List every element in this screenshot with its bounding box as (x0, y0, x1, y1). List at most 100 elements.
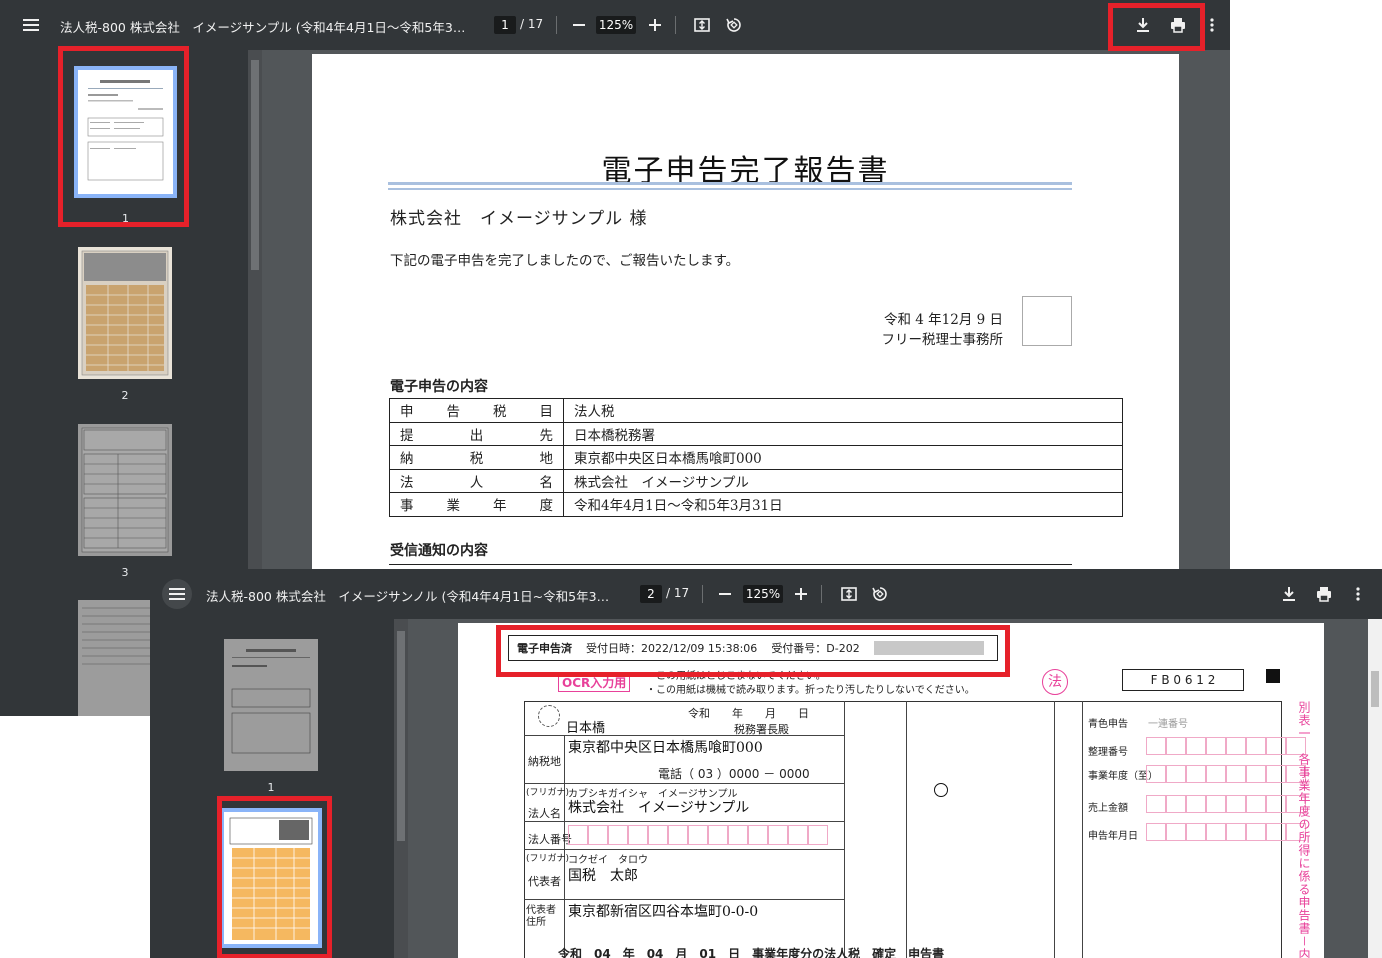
form-side-note: 別表一 各事業年度の所得に係る申告書－内 (1297, 701, 1311, 958)
page-total: / 17 (666, 586, 690, 600)
page-number-input[interactable]: 2 (640, 585, 662, 603)
recipient-name: 株式会社 イメージサンプル 様 (390, 209, 648, 229)
row-label: 申告税目 (389, 398, 564, 423)
thumbnail-number: 1 (122, 212, 129, 225)
receipt-number-mask (873, 641, 984, 655)
thumbnail-page-1[interactable] (74, 66, 177, 198)
row-label: 法人名 (389, 468, 564, 493)
form-line (524, 899, 844, 900)
notice-line-2: ・この用紙は機械で読み取ります。折ったり汚したりしないでください。 (646, 685, 975, 696)
zoom-in-icon[interactable] (646, 15, 664, 35)
section-heading-receipt: 受信通知の内容 (390, 543, 488, 559)
form-line (524, 849, 844, 850)
row-value: 法人税 (563, 398, 1123, 423)
thumbnail-page-3[interactable] (78, 424, 172, 556)
tax-office-name: 日本橋 (566, 721, 606, 736)
thumbnail-page-2[interactable] (78, 247, 172, 379)
menu-icon[interactable] (20, 15, 42, 35)
section-heading-filing: 電子申告の内容 (390, 379, 488, 395)
thumbnail-page-2[interactable] (220, 808, 322, 948)
sidebar-scrollbar-thumb[interactable] (397, 631, 405, 841)
form-line (524, 783, 844, 784)
filing-date-cells (1146, 823, 1306, 841)
seiri-cells (1146, 737, 1306, 755)
table-row: 提出先 日本橋税務署 (389, 421, 1123, 446)
office-name: フリー税理士事務所 (881, 332, 1004, 348)
thumbnail-preview (224, 812, 318, 944)
receipt-table-border (389, 564, 1072, 565)
toolbar-divider (702, 585, 703, 603)
corp-name: 株式会社 イメージサンプル (568, 800, 750, 816)
more-icon[interactable] (1204, 15, 1220, 35)
fit-page-icon[interactable] (692, 15, 712, 35)
filing-details-table: 申告税目 法人税 提出先 日本橋税務署 納税地 東京都中央区日本橋馬喰町000 法人名… (389, 398, 1123, 517)
date-label: 令和 年 月 日 (688, 707, 809, 720)
row-value: 令和4年4月1日～令和5年3月31日 (563, 492, 1123, 517)
download-icon[interactable] (1133, 15, 1153, 35)
zoom-out-icon[interactable] (716, 584, 734, 604)
download-icon[interactable] (1279, 584, 1299, 604)
print-icon[interactable] (1167, 15, 1189, 35)
ocr-label: OCR入力用 (558, 673, 631, 692)
receipt-number: 受付番号：D-202 (771, 642, 860, 655)
zoom-level-input[interactable]: 125% (596, 16, 636, 34)
row-value: 日本橋税務署 (563, 421, 1123, 446)
serial-label: 一連番号 (1148, 719, 1188, 730)
notice-line-1: ・この用紙はとじこまないでください。 (646, 671, 826, 682)
more-icon[interactable] (1350, 584, 1366, 604)
row-label: 事業年度 (389, 492, 564, 517)
report-date: 令和 4 年12月 9 日 (883, 312, 1003, 328)
tax-form-page: 電子申告済 受付日時：2022/12/09 15:38:06 受付番号：D-20… (458, 623, 1324, 958)
thumbnail-page-1[interactable] (224, 639, 318, 771)
document-title: 法人税-800 株式会社 イメージサンノル (令和4年4月1日~令和5年3月31… (206, 589, 621, 604)
viewer-toolbar: 法人税-800 株式会社 イメージサンノル (令和4年4月1日~令和5年3月31… (150, 569, 1382, 619)
document-scrollbar-thumb[interactable] (1371, 671, 1379, 707)
table-row: 申告税目 法人税 (389, 398, 1123, 423)
registration-mark (1266, 669, 1280, 683)
toolbar-divider (556, 16, 557, 34)
page-total: / 17 (520, 17, 544, 31)
table-row: 納税地 東京都中央区日本橋馬喰町000 (389, 445, 1123, 470)
fit-page-icon[interactable] (839, 584, 859, 604)
rep-furigana-label: (フリガナ) (526, 854, 570, 864)
page-number-input[interactable]: 1 (494, 16, 516, 34)
zoom-out-icon[interactable] (570, 15, 588, 35)
rotate-icon[interactable] (724, 15, 744, 35)
toolbar-divider (675, 16, 676, 34)
zoom-level-input[interactable]: 125% (743, 585, 783, 603)
rotate-icon[interactable] (870, 584, 890, 604)
viewer-toolbar: 法人税-800 株式会社 イメージサンプル (令和4年4月1日～令和5年3月31… (0, 0, 1230, 50)
menu-icon[interactable] (162, 579, 192, 609)
received-datetime: 受付日時：2022/12/09 15:38:06 (586, 642, 758, 655)
document-scrollbar[interactable] (1368, 619, 1382, 958)
seal-circle (538, 705, 560, 727)
filed-label: 電子申告済 (517, 642, 572, 655)
row-value: 株式会社 イメージサンプル (563, 468, 1123, 493)
thumbnail-preview (87, 80, 164, 181)
nouzeichi-label: 納税地 (528, 755, 561, 768)
lead-text: 下記の電子申告を完了しましたので、ご報告いたします。 (390, 253, 740, 269)
furigana-label: (フリガナ) (526, 788, 570, 798)
thumbnail-preview (81, 427, 169, 553)
table-row: 事業年度 令和4年4月1日～令和5年3月31日 (389, 492, 1123, 517)
aoiro-label: 青色申告 (1088, 719, 1128, 730)
sales-cells (1146, 795, 1306, 813)
print-icon[interactable] (1313, 584, 1335, 604)
sales-label: 売上金額 (1088, 803, 1128, 814)
jigyo-cells (1146, 765, 1306, 783)
sidebar-scrollbar-track[interactable] (394, 619, 408, 958)
tax-office-head: 税務署長殿 (734, 723, 789, 736)
zoom-in-icon[interactable] (792, 584, 810, 604)
row-value: 東京都中央区日本橋馬喰町000 (563, 445, 1123, 470)
form-line (844, 701, 845, 958)
toolbar-divider (821, 585, 822, 603)
thumbnail-sidebar: 1 (150, 619, 408, 958)
document-view: 電子申告済 受付日時：2022/12/09 15:38:06 受付番号：D-20… (408, 619, 1382, 958)
rep-address-label: 代表者住所 (526, 905, 556, 928)
corp-name-label: 法人名 (528, 807, 561, 820)
thumbnail-number: 2 (121, 389, 129, 402)
form-code: F B 0 6 1 2 (1122, 669, 1244, 691)
corp-number-cells (568, 825, 828, 845)
sidebar-scrollbar-thumb[interactable] (251, 60, 259, 270)
thumbnail-preview (81, 250, 169, 376)
